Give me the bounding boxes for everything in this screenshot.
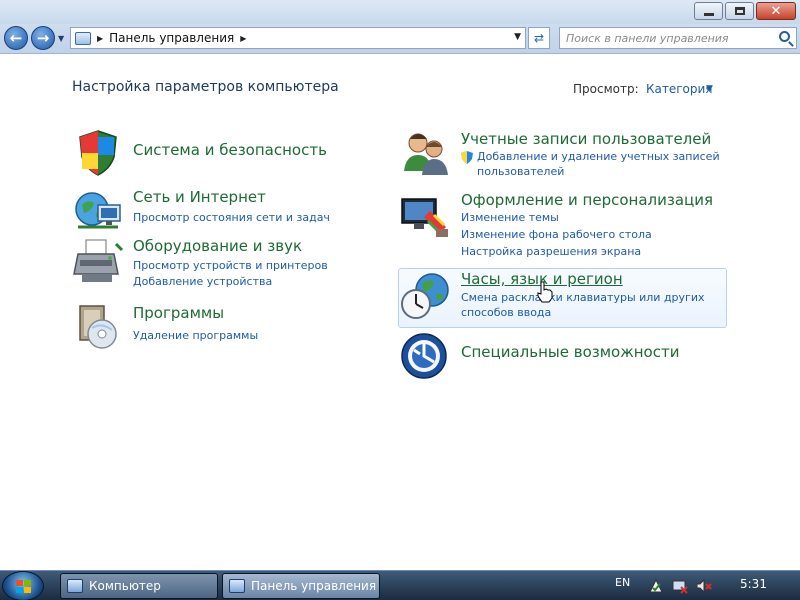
monitor-paint-icon[interactable]: [400, 191, 452, 243]
arrow-left-icon: ←: [9, 29, 23, 47]
volume-muted-icon[interactable]: [696, 578, 712, 594]
taskbar-label-control-panel: Панель управления: [251, 579, 377, 593]
link-change-theme[interactable]: Изменение темы: [461, 211, 559, 224]
programs-icon[interactable]: [72, 300, 124, 352]
taskbar-label-computer: Компьютер: [89, 579, 161, 593]
minimize-button[interactable]: [694, 2, 723, 20]
link-devices-printers[interactable]: Просмотр устройств и принтеров: [133, 259, 328, 272]
category-title-system[interactable]: Система и безопасность: [133, 141, 327, 159]
category-title-network[interactable]: Сеть и Интернет: [133, 188, 266, 206]
link-change-background[interactable]: Изменение фона рабочего стола: [461, 228, 652, 241]
address-dropdown-icon[interactable]: ▼: [514, 32, 521, 42]
search-input[interactable]: [566, 31, 776, 45]
shield-icon[interactable]: [72, 127, 124, 179]
uac-shield-icon: [461, 151, 473, 164]
address-bar[interactable]: ▶ Панель управления ▶ ▼: [70, 27, 526, 49]
search-box[interactable]: [559, 27, 797, 49]
view-by-label: Просмотр:: [573, 82, 639, 96]
link-screen-resolution[interactable]: Настройка разрешения экрана: [461, 245, 641, 258]
taskbar-button-computer[interactable]: Компьютер: [60, 573, 218, 599]
view-by-dropdown[interactable]: Категория: [646, 82, 713, 96]
arrow-right-icon: →: [36, 29, 50, 47]
link-add-device[interactable]: Добавление устройства: [133, 275, 272, 288]
control-panel-icon: [75, 31, 91, 45]
breadcrumb-expand-icon[interactable]: ▶: [240, 34, 246, 43]
maximize-button[interactable]: [725, 2, 754, 20]
category-title-hardware[interactable]: Оборудование и звук: [133, 237, 302, 255]
breadcrumb-control-panel[interactable]: Панель управления: [109, 31, 234, 45]
window-controls: ✕: [692, 2, 796, 20]
close-icon: ✕: [770, 3, 782, 19]
category-title-appearance[interactable]: Оформление и персонализация: [461, 191, 713, 209]
link-add-remove-accounts-cont[interactable]: пользователей: [477, 165, 564, 178]
refresh-icon: ⇄: [533, 31, 545, 45]
ease-of-access-icon[interactable]: [400, 332, 452, 384]
globe-network-icon[interactable]: [72, 187, 124, 239]
forward-button[interactable]: →: [31, 26, 55, 50]
refresh-button[interactable]: ⇄: [528, 27, 550, 49]
start-button[interactable]: [2, 571, 44, 600]
link-network-status[interactable]: Просмотр состояния сети и задач: [133, 211, 330, 224]
minimize-icon: [703, 12, 714, 16]
close-button[interactable]: ✕: [756, 2, 796, 20]
computer-icon: [67, 579, 83, 593]
search-icon[interactable]: [779, 31, 790, 42]
clock[interactable]: 5:31: [740, 577, 767, 591]
link-add-remove-accounts[interactable]: Добавление и удаление учетных записей: [477, 150, 720, 163]
windows-logo-icon: [16, 580, 31, 593]
hand-cursor-icon: [537, 281, 553, 303]
users-icon[interactable]: [400, 127, 452, 179]
page-title: Настройка параметров компьютера: [72, 79, 339, 95]
control-panel-icon: [229, 579, 245, 593]
taskbar-button-control-panel[interactable]: Панель управления: [222, 573, 380, 599]
title-bar: ✕: [0, 0, 800, 24]
address-toolbar: ← → ▼ ▶ Панель управления ▶ ▼ ⇄: [0, 24, 800, 54]
category-title-programs[interactable]: Программы: [133, 304, 224, 322]
breadcrumb-separator-icon[interactable]: ▶: [97, 34, 103, 43]
link-uninstall-program[interactable]: Удаление программы: [133, 329, 258, 342]
printer-icon[interactable]: [72, 236, 124, 288]
chevron-down-icon[interactable]: ▼: [706, 84, 713, 94]
clock-globe-icon[interactable]: [400, 270, 452, 322]
back-button[interactable]: ←: [4, 26, 28, 50]
action-center-icon[interactable]: [648, 578, 664, 594]
recent-pages-dropdown[interactable]: ▼: [58, 34, 64, 43]
link-change-keyboard[interactable]: Смена раскладки клавиатуры или других: [461, 291, 705, 304]
language-indicator[interactable]: EN: [615, 576, 630, 589]
maximize-icon: [734, 7, 745, 15]
network-icon[interactable]: [672, 578, 688, 594]
category-title-ease-of-access[interactable]: Специальные возможности: [461, 343, 679, 361]
category-title-accounts[interactable]: Учетные записи пользователей: [461, 130, 711, 148]
link-change-keyboard-cont[interactable]: способов ввода: [461, 306, 551, 319]
